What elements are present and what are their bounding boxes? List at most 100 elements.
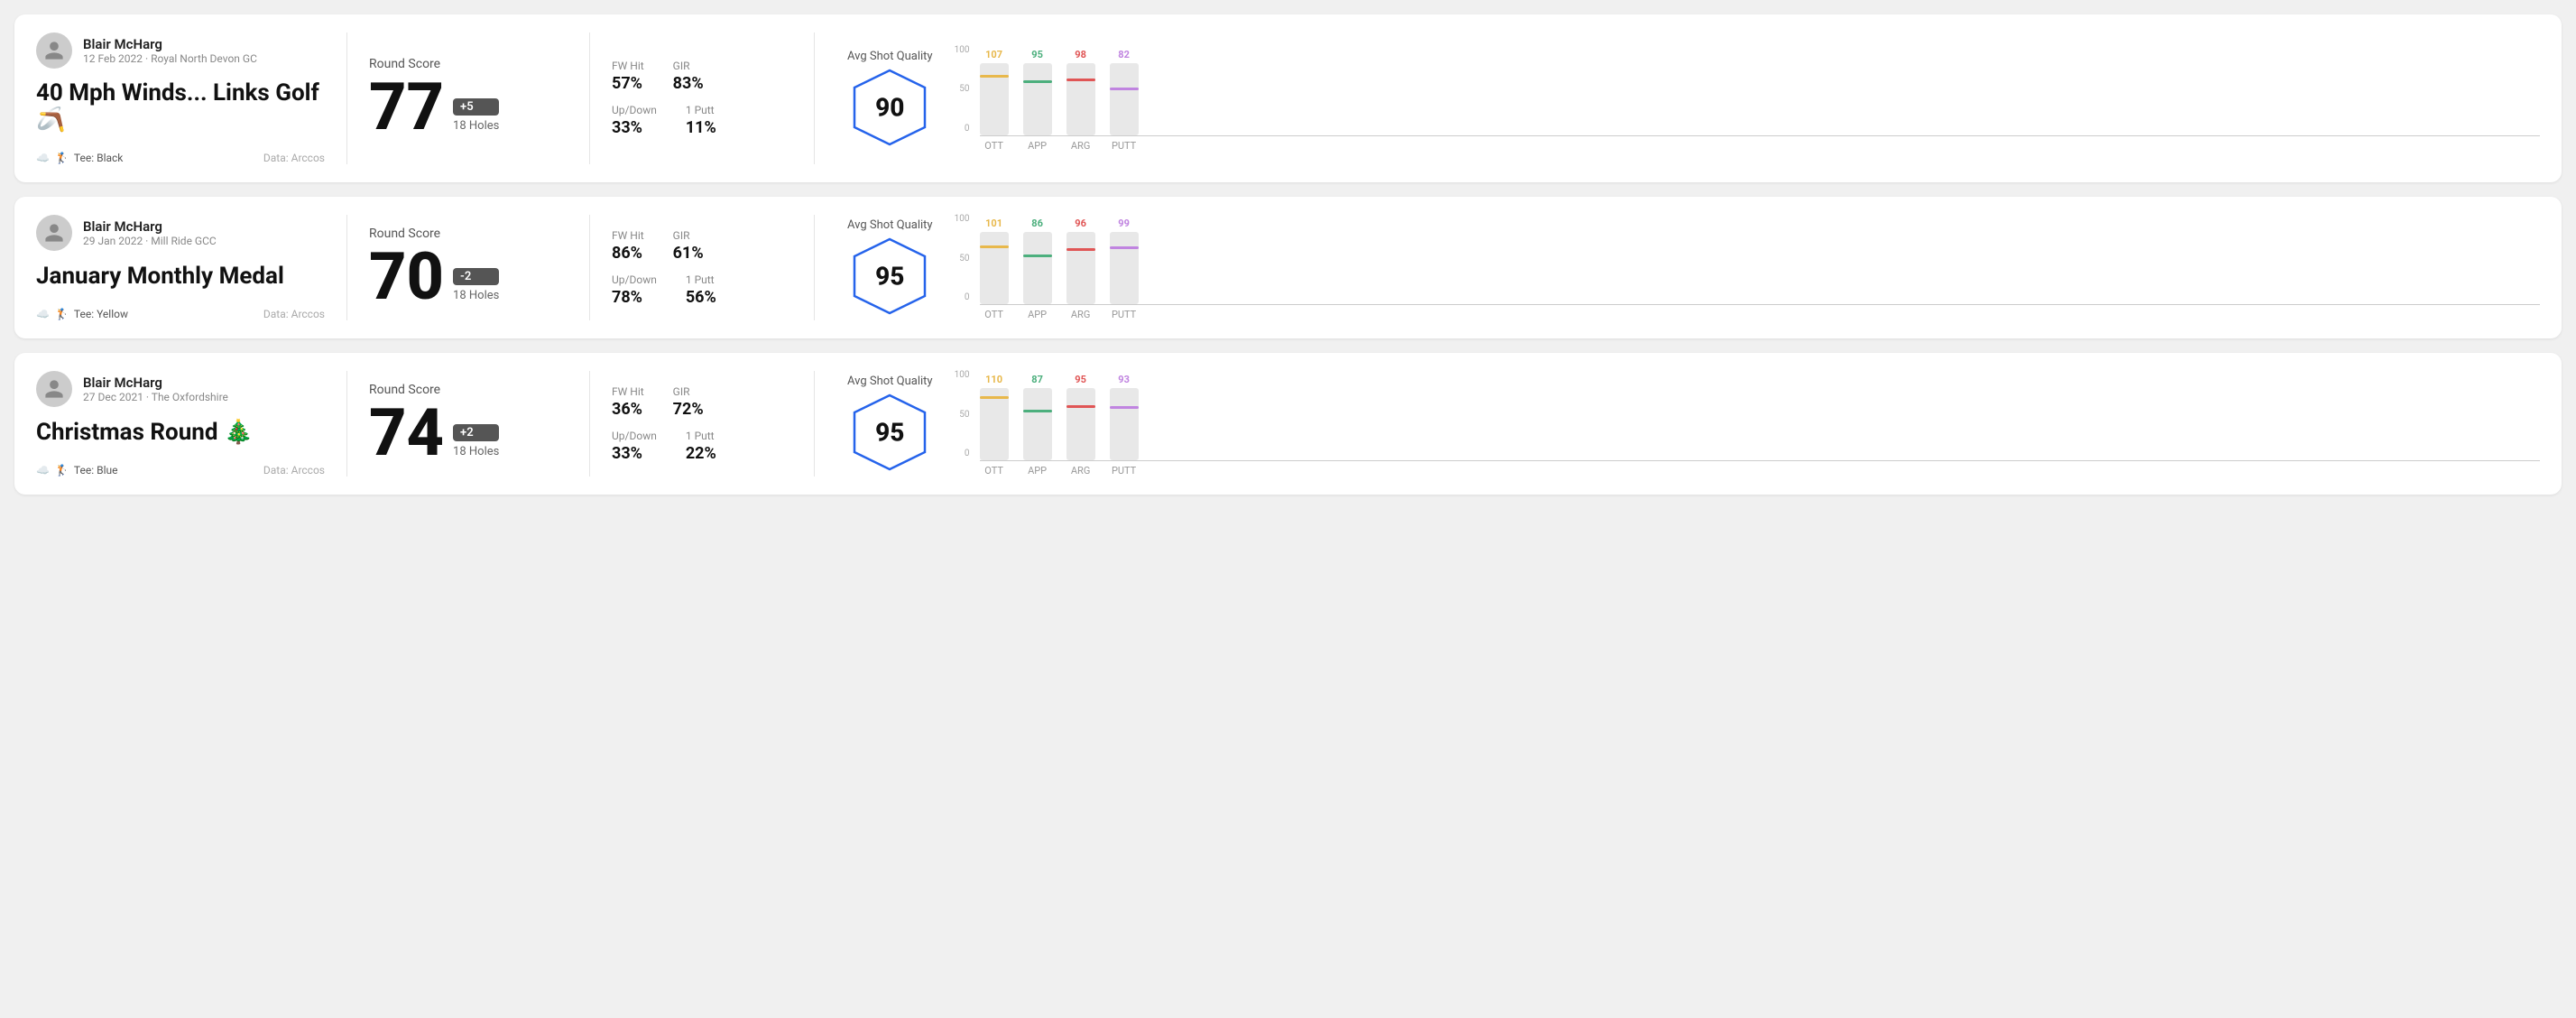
hexagon-container: Avg Shot Quality 95 (847, 218, 933, 317)
quality-score: 95 (875, 262, 904, 292)
stat-item-0: FW Hit57% (612, 60, 644, 93)
user-row: Blair McHarg27 Dec 2021 · The Oxfordshir… (36, 371, 325, 407)
x-label: PUTT (1110, 465, 1139, 477)
round-card-1: Blair McHarg12 Feb 2022 · Royal North De… (14, 14, 2562, 182)
quality-section: Avg Shot Quality 95 100500110879593OTTAP… (836, 371, 2540, 477)
y-label: 0 (965, 449, 970, 458)
stat-value: 22% (686, 444, 716, 463)
bar-accent (1023, 255, 1052, 257)
y-label: 100 (955, 371, 970, 380)
stat-item-3: 1 Putt 11% (686, 104, 716, 137)
bar-col-1: 87 (1023, 374, 1052, 460)
score-badge-col: +218 Holes (453, 424, 499, 466)
bar-value: 95 (1075, 374, 1086, 385)
bar-outer (980, 63, 1009, 135)
stat-value: 83% (673, 74, 704, 93)
stat-item-2: Up/Down33% (612, 104, 657, 137)
stat-row-1: FW Hit36%GIR72% (612, 385, 792, 419)
bar-accent (1066, 248, 1095, 251)
round-title: Christmas Round 🎄 (36, 419, 325, 446)
hexagon: 95 (849, 392, 930, 473)
chart-wrapper: 100500107959882OTTAPPARGPUTT (955, 46, 2540, 152)
stat-name: 1 Putt (686, 104, 716, 116)
x-label: PUTT (1110, 140, 1139, 152)
x-label: APP (1023, 465, 1052, 477)
bar-outer (1110, 232, 1139, 304)
bar-outer (1066, 232, 1095, 304)
bar-value: 98 (1075, 49, 1086, 60)
chart-x-labels: OTTAPPARGPUTT (980, 140, 2540, 152)
data-source: Data: Arccos (263, 464, 325, 477)
bar-col-3: 99 (1110, 217, 1139, 304)
x-label: OTT (980, 140, 1009, 152)
round-title: 40 Mph Winds... Links Golf 🪃 (36, 79, 325, 134)
x-label: ARG (1066, 465, 1095, 477)
holes-label: 18 Holes (453, 445, 499, 458)
avatar (36, 371, 72, 407)
bar-outer (1110, 388, 1139, 460)
x-label: OTT (980, 309, 1009, 320)
bar-col-2: 96 (1066, 217, 1095, 304)
stat-item-3: 1 Putt 56% (686, 273, 716, 307)
card-left: Blair McHarg27 Dec 2021 · The Oxfordshir… (36, 371, 325, 477)
divider-1 (346, 215, 347, 320)
bar-outer (1023, 63, 1052, 135)
user-meta: 29 Jan 2022 · Mill Ride GCC (83, 235, 217, 247)
divider-3 (814, 215, 815, 320)
data-source: Data: Arccos (263, 152, 325, 164)
bar-accent (980, 396, 1009, 399)
score-number: 77 (369, 75, 444, 140)
stat-row-2: Up/Down33%1 Putt22% (612, 430, 792, 463)
bar-col-1: 95 (1023, 49, 1052, 135)
round-card-3: Blair McHarg27 Dec 2021 · The Oxfordshir… (14, 353, 2562, 495)
stat-row-1: FW Hit86% GIR 61% (612, 229, 792, 263)
stat-item-1: GIR 72% (673, 385, 704, 419)
bar-accent (980, 245, 1009, 248)
stat-name: Up/Down (612, 273, 657, 286)
tee-label: Tee: Yellow (74, 308, 128, 320)
stat-name: GIR (673, 229, 704, 242)
stat-value: 78% (612, 288, 657, 307)
stat-value: 56% (686, 288, 716, 307)
stat-value: 61% (673, 244, 704, 263)
bar-value: 93 (1118, 374, 1130, 385)
bar-outer (1110, 63, 1139, 135)
card-bottom: ☁️🏌️Tee: BlackData: Arccos (36, 152, 325, 164)
stat-value: 72% (673, 400, 704, 419)
stat-name: 1 Putt (686, 273, 716, 286)
bar-value: 110 (985, 374, 1002, 385)
holes-label: 18 Holes (453, 289, 499, 302)
tee-icon: 🏌️ (55, 464, 69, 477)
card-left: Blair McHarg29 Jan 2022 · Mill Ride GCCJ… (36, 215, 325, 320)
bar-value: 101 (985, 217, 1002, 229)
data-source: Data: Arccos (263, 308, 325, 320)
bar-outer (980, 388, 1009, 460)
stat-item-0: FW Hit86% (612, 229, 644, 263)
bar-outer (1066, 388, 1095, 460)
user-row: Blair McHarg12 Feb 2022 · Royal North De… (36, 32, 325, 69)
tee-icon: 🏌️ (55, 308, 69, 320)
chart-bars: 107959882 (980, 46, 2540, 136)
stat-row-2: Up/Down 78% 1 Putt 56% (612, 273, 792, 307)
weather-icon: ☁️ (36, 308, 50, 320)
quality-label: Avg Shot Quality (847, 50, 933, 63)
y-label: 0 (965, 293, 970, 302)
divider-1 (346, 32, 347, 164)
user-name: Blair McHarg (83, 218, 217, 235)
stat-name: GIR (673, 385, 704, 398)
hexagon-container: Avg Shot Quality 95 (847, 375, 933, 473)
stat-item-2: Up/Down33% (612, 430, 657, 463)
x-label: APP (1023, 309, 1052, 320)
score-section: Round Score74+218 Holes (369, 371, 568, 477)
bar-outer (1023, 232, 1052, 304)
score-badge: +5 (453, 98, 499, 116)
y-label: 50 (959, 411, 969, 420)
stat-value: 11% (686, 118, 716, 137)
stat-item-1: GIR83% (673, 60, 704, 93)
score-row: 77+518 Holes (369, 75, 568, 140)
bar-col-0: 107 (980, 49, 1009, 135)
quality-label: Avg Shot Quality (847, 375, 933, 388)
avatar (36, 215, 72, 251)
bar-accent (1110, 88, 1139, 90)
user-name: Blair McHarg (83, 375, 228, 391)
